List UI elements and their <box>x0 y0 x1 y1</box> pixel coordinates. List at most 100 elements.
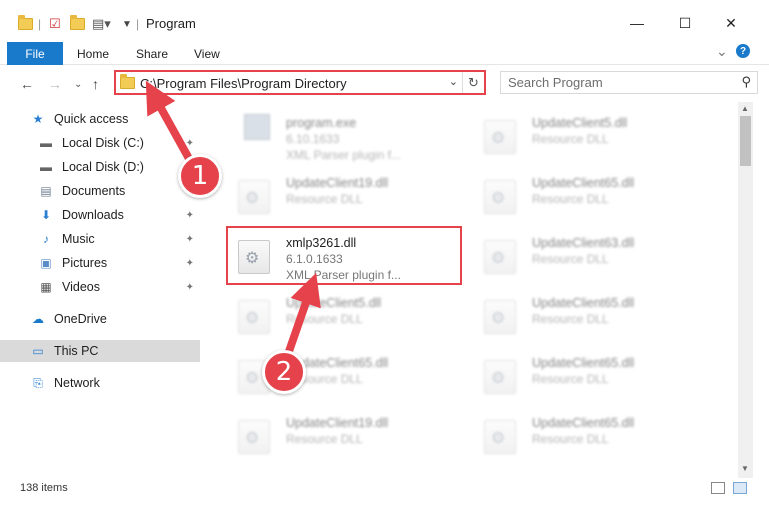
maximize-button[interactable]: ☐ <box>670 12 700 34</box>
drive-icon: ▬ <box>40 136 52 150</box>
file-list: program.exe 6.10.1633 XML Parser plugin f.… <box>212 102 737 478</box>
close-button[interactable]: ✕ <box>716 12 746 34</box>
dll-file-icon <box>484 180 516 214</box>
file-name: UpdateClient65.dll <box>532 176 635 190</box>
expand-ribbon-icon[interactable]: ⌄ <box>716 43 728 60</box>
address-path[interactable]: C:\Program Files\Program Directory <box>140 76 347 91</box>
computer-icon: ▭ <box>32 344 44 358</box>
file-detail: 6.10.1633 <box>286 132 340 146</box>
sidebar-item[interactable]: ⬇ Downloads ✦ <box>0 204 200 226</box>
sidebar-item[interactable]: ▭ This PC <box>0 340 200 362</box>
sidebar-item[interactable]: ▣ Pictures ✦ <box>0 252 200 274</box>
file-detail: Resource DLL <box>532 372 609 386</box>
navigation-pane: ★ Quick access ▬ Local Disk (C:) ✦ ▬ Local Dis… <box>0 104 205 476</box>
step-badge-1: 1 <box>178 154 222 198</box>
dll-file-icon <box>484 360 516 394</box>
customize-icon[interactable]: ▤▾ <box>92 14 111 34</box>
refresh-button[interactable]: ↻ <box>462 72 484 93</box>
search-icon[interactable]: ⚲ <box>741 74 751 90</box>
sidebar-item[interactable]: ▬Local Disk (D:)✦ <box>0 156 200 178</box>
sidebar-item-label: Videos <box>62 280 100 294</box>
file-description: XML Parser plugin f... <box>286 148 401 162</box>
dll-file-icon <box>484 300 516 334</box>
properties-icon[interactable]: ☑ <box>49 14 61 34</box>
search-input[interactable] <box>501 72 721 93</box>
tab-file[interactable]: File <box>7 42 63 65</box>
file-item[interactable]: UpdateClient5.dll Resource DLL <box>226 288 456 344</box>
dll-file-icon <box>484 420 516 454</box>
sidebar-item[interactable]: ▦ Videos ✦ <box>0 276 200 298</box>
sidebar-item[interactable]: ♪ Music ✦ <box>0 228 200 250</box>
sidebar-item-label: Local Disk (D:) <box>62 160 144 174</box>
search-box[interactable]: ⚲ <box>500 71 758 94</box>
music-icon: ♪ <box>43 232 49 246</box>
sidebar-item[interactable]: ▬ Local Disk (C:) ✦ <box>0 132 200 154</box>
downloads-icon: ⬇ <box>40 208 52 222</box>
scroll-thumb[interactable] <box>740 116 751 166</box>
help-icon[interactable]: ? <box>736 44 750 58</box>
sidebar-item-label: Quick access <box>54 112 129 126</box>
pin-icon[interactable]: ✦ <box>186 258 194 269</box>
pin-icon[interactable]: ✦ <box>186 282 194 293</box>
scroll-up-icon[interactable]: ▲ <box>741 104 749 113</box>
sidebar-item-label: Network <box>54 376 100 390</box>
sidebar-item[interactable]: ⎘ Network <box>0 372 200 394</box>
file-name: UpdateClient5.dll <box>532 116 628 130</box>
sidebar-item-label: OneDrive <box>54 312 107 326</box>
file-item[interactable]: UpdateClient63.dll Resource DLL <box>472 228 702 284</box>
vertical-scrollbar[interactable]: ▲ ▼ <box>738 102 753 478</box>
window-title: Program <box>146 16 196 31</box>
status-bar: 138 items <box>0 478 769 500</box>
up-button[interactable]: ↑ <box>92 76 99 92</box>
tiles-view-icon[interactable] <box>733 482 747 494</box>
file-item[interactable]: program.exe 6.10.1633 XML Parser plugin f.… <box>226 108 456 164</box>
file-detail: Resource DLL <box>286 432 363 446</box>
file-item[interactable]: UpdateClient65.dllResource DLL <box>472 288 702 344</box>
recent-locations-button[interactable]: ⌄ <box>74 79 82 90</box>
minimize-button[interactable]: — <box>622 12 652 34</box>
file-name: UpdateClient65.dll <box>532 416 635 430</box>
title-bar: | ☑ ▤▾ ▼ | Program — ☐ ✕ <box>0 0 769 40</box>
documents-icon: ▤ <box>40 184 52 198</box>
sidebar-item[interactable]: ★ Quick access <box>0 108 200 130</box>
file-detail: Resource DLL <box>532 432 609 446</box>
new-folder-icon[interactable] <box>70 14 85 34</box>
file-item[interactable]: UpdateClient65.dllResource DLL <box>226 348 456 404</box>
scroll-down-icon[interactable]: ▼ <box>741 464 749 473</box>
file-item[interactable]: UpdateClient5.dll Resource DLL <box>472 108 702 164</box>
file-name: UpdateClient63.dll <box>532 236 635 250</box>
sidebar-item[interactable]: ▤Documents✦ <box>0 180 200 202</box>
sidebar-item-label: Pictures <box>62 256 108 270</box>
file-detail: Resource DLL <box>532 312 609 326</box>
file-item[interactable]: UpdateClient65.dll Resource DLL <box>472 408 702 464</box>
sidebar-item-label: Documents <box>62 184 126 198</box>
tab-home[interactable]: Home <box>77 47 109 61</box>
address-dropdown-icon[interactable]: ⌄ <box>449 75 458 88</box>
qa-dropdown-icon[interactable]: ▼ <box>122 14 132 34</box>
sidebar-item-label: Music <box>62 232 95 246</box>
pin-icon[interactable]: ✦ <box>186 210 194 221</box>
cloud-icon: ☁ <box>32 312 44 326</box>
details-view-icon[interactable] <box>711 482 725 494</box>
file-detail: Resource DLL <box>532 192 609 206</box>
tab-view[interactable]: View <box>194 47 220 61</box>
pictures-icon: ▣ <box>40 256 52 270</box>
file-item[interactable]: UpdateClient19.dll Resource DLL <box>226 408 456 464</box>
dll-file-icon <box>238 300 270 334</box>
dll-file-icon <box>238 420 270 454</box>
file-name: UpdateClient19.dll <box>286 176 389 190</box>
file-name: UpdateClient65.dll <box>532 356 635 370</box>
tab-share[interactable]: Share <box>136 47 168 61</box>
file-item[interactable]: UpdateClient65.dll Resource DLL <box>472 348 702 404</box>
network-icon: ⎘ <box>33 375 43 390</box>
address-bar[interactable]: C:\Program Files\Program Directory ⌄ ↻ <box>114 70 486 95</box>
file-item[interactable]: UpdateClient65.dll Resource DLL <box>472 168 702 224</box>
pin-icon[interactable]: ✦ <box>186 138 194 149</box>
back-button[interactable]: ← <box>20 76 34 92</box>
pin-icon[interactable]: ✦ <box>186 234 194 245</box>
ribbon-tabs: File Home Share View ⌄ ? <box>0 40 769 65</box>
forward-button[interactable]: → <box>48 76 62 92</box>
file-detail: Resource DLL <box>532 132 609 146</box>
file-item[interactable]: UpdateClient19.dll Resource DLL <box>226 168 456 224</box>
sidebar-item[interactable]: ☁ OneDrive <box>0 308 200 330</box>
